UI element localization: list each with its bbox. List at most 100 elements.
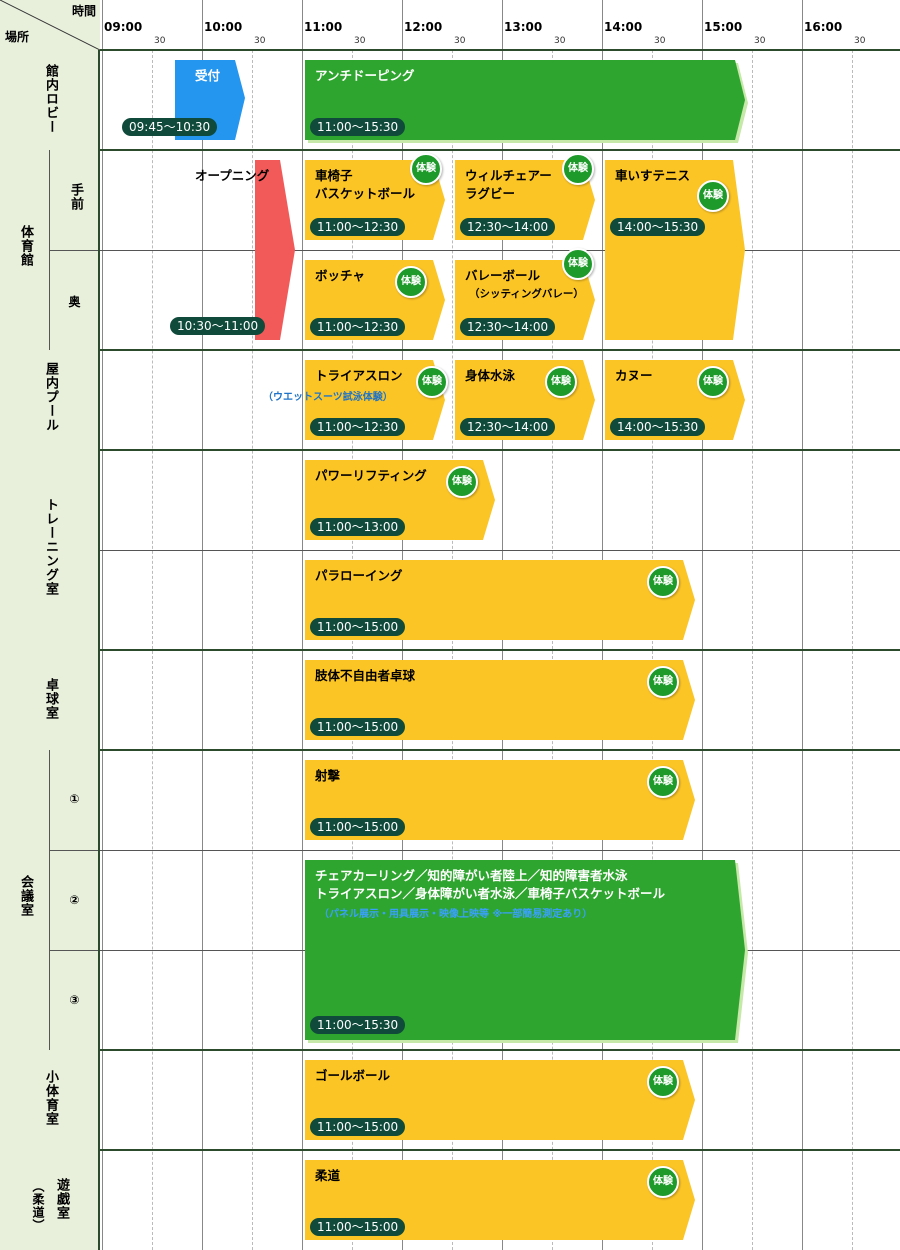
- sub-row-separator: [100, 550, 900, 551]
- event-judo-time: 11:00〜15:00: [310, 1218, 406, 1236]
- sub-row-separator: [49, 850, 900, 851]
- half-hour-label: 30: [354, 36, 366, 46]
- event-table-tennis-title: 肢体不自由者卓球: [315, 668, 416, 683]
- row-separator: [0, 49, 900, 51]
- event-goalball-time: 11:00〜15:00: [310, 1118, 406, 1136]
- trial-badge-icon: 体験: [647, 766, 679, 798]
- trial-badge-icon: 体験: [446, 466, 478, 498]
- event-wheelchair-basketball[interactable]: 車椅子 バスケットボール 11:00〜12:30 体験: [305, 153, 450, 242]
- event-judo-title: 柔道: [315, 1168, 341, 1183]
- location-gym: 体育館 手前 奥: [0, 150, 100, 350]
- hour-gridline: [302, 0, 303, 1250]
- event-wheelchair-basketball-title2: バスケットボール: [315, 186, 416, 201]
- event-canoe-time: 14:00〜15:30: [610, 418, 706, 436]
- location-pool: 屋内プール: [0, 350, 100, 450]
- location-meeting-1-label: ①: [69, 792, 80, 806]
- trial-badge-icon: 体験: [697, 366, 729, 398]
- trial-badge-icon: 体験: [416, 366, 448, 398]
- event-opening-time: 10:30〜11:00: [170, 317, 266, 335]
- event-goalball[interactable]: ゴールボール 11:00〜15:00 体験: [305, 1060, 700, 1142]
- hour-label: 15:00: [704, 20, 743, 34]
- event-shooting-time: 11:00〜15:00: [310, 818, 406, 836]
- event-canoe-title: カヌー: [615, 368, 653, 383]
- location-lobby-label: 館内ロビー: [43, 64, 58, 134]
- event-triathlon-title: トライアスロン: [315, 368, 403, 383]
- hour-label: 13:00: [504, 20, 543, 34]
- row-separator: [0, 1149, 900, 1151]
- location-meeting-3-label: ③: [69, 993, 80, 1007]
- trial-badge-icon: 体験: [647, 666, 679, 698]
- event-volleyball-subtitle: （シッティングバレー）: [469, 288, 584, 300]
- event-wheelchair-basketball-title1: 車椅子: [315, 168, 353, 183]
- location-playroom: 遊戯室 （柔道）: [0, 1150, 100, 1250]
- event-antidoping-title: アンチドーピング: [315, 68, 415, 83]
- location-gym-front-label: 手前: [68, 183, 83, 211]
- trial-badge-icon: 体験: [647, 1066, 679, 1098]
- event-reception-title: 受付: [195, 68, 221, 83]
- event-goalball-title: ゴールボール: [315, 1068, 391, 1083]
- event-shooting[interactable]: 射撃 11:00〜15:00 体験: [305, 760, 700, 842]
- event-wheelchair-tennis-title: 車いすテニス: [615, 168, 691, 183]
- event-swimming-title: 身体水泳: [465, 368, 516, 383]
- half-hour-label: 30: [854, 36, 866, 46]
- event-volleyball-title: バレーボール: [465, 268, 541, 283]
- half-hour-label: 30: [154, 36, 166, 46]
- location-small-gym-label: 小体育室: [43, 1070, 58, 1126]
- hour-gridline: [102, 0, 103, 1250]
- event-wheelchair-tennis-time: 14:00〜15:30: [610, 218, 706, 236]
- place-label: 場所: [5, 30, 30, 44]
- event-table-tennis[interactable]: 肢体不自由者卓球 11:00〜15:00 体験: [305, 660, 700, 742]
- trial-badge-icon: 体験: [545, 366, 577, 398]
- row-separator: [0, 749, 900, 751]
- location-tabletennis: 卓球室: [0, 650, 100, 750]
- event-opening-title: オープニング: [195, 168, 270, 183]
- half-hour-label: 30: [254, 36, 266, 46]
- half-hour-label: 30: [754, 36, 766, 46]
- event-swimming-time: 12:30〜14:00: [460, 418, 556, 436]
- event-shooting-title: 射撃: [315, 768, 341, 783]
- event-swimming[interactable]: 身体水泳 12:30〜14:00 体験: [455, 360, 600, 442]
- event-wheelchair-rugby[interactable]: ウィルチェアー ラグビー 12:30〜14:00 体験: [455, 153, 600, 242]
- event-pararowing-time: 11:00〜15:00: [310, 618, 406, 636]
- schedule-grid: 時間 場所 09:00 30 10:00 30 11:00 30 12:00 30 13:00 3…: [0, 0, 900, 1250]
- event-volleyball[interactable]: バレーボール （シッティングバレー） 12:30〜14:00 体験: [455, 248, 600, 342]
- event-powerlifting-time: 11:00〜13:00: [310, 518, 406, 536]
- event-reception-time: 09:45〜10:30: [122, 118, 218, 136]
- hour-label: 11:00: [304, 20, 343, 34]
- trial-badge-icon: 体験: [697, 180, 729, 212]
- event-wheelchair-rugby-title1: ウィルチェアー: [465, 168, 552, 183]
- event-powerlifting[interactable]: パワーリフティング 11:00〜13:00 体験: [305, 460, 500, 542]
- location-gym-back: 奥: [49, 250, 98, 350]
- event-exhibit-note: （パネル展示・用具展示・映像上映等 ※一部簡易測定あり）: [319, 909, 593, 920]
- event-boccia[interactable]: ボッチャ 11:00〜12:30 体験: [305, 260, 450, 342]
- hour-label: 16:00: [804, 20, 843, 34]
- location-gym-label: 体育館: [18, 225, 33, 267]
- event-wheelchair-tennis[interactable]: 車いすテニス 14:00〜15:30 体験: [605, 160, 750, 342]
- event-exhibit[interactable]: チェアカーリング／知的障がい者陸上／知的障害者水泳 トライアスロン／身体障がい者…: [305, 860, 750, 1043]
- event-boccia-title: ボッチャ: [315, 268, 365, 283]
- location-playroom-label: 遊戯室: [54, 1178, 69, 1220]
- trial-badge-icon: 体験: [410, 153, 442, 185]
- location-tabletennis-label: 卓球室: [43, 678, 58, 720]
- half-hour-label: 30: [454, 36, 466, 46]
- event-exhibit-line1: チェアカーリング／知的障がい者陸上／知的障害者水泳: [315, 868, 628, 883]
- row-separator: [0, 449, 900, 451]
- event-table-tennis-time: 11:00〜15:00: [310, 718, 406, 736]
- event-triathlon-time: 11:00〜12:30: [310, 418, 406, 436]
- event-judo[interactable]: 柔道 11:00〜15:00 体験: [305, 1160, 700, 1242]
- event-antidoping-time: 11:00〜15:30: [310, 118, 406, 136]
- event-pararowing[interactable]: パラローイング 11:00〜15:00 体験: [305, 560, 700, 642]
- event-canoe[interactable]: カヌー 14:00〜15:30 体験: [605, 360, 750, 442]
- event-opening[interactable]: [255, 160, 297, 342]
- sub-row-separator: [49, 250, 900, 251]
- event-triathlon-note: （ウエットスーツ試泳体験）: [263, 392, 393, 403]
- event-wheelchair-rugby-title2: ラグビー: [465, 186, 516, 201]
- event-antidoping[interactable]: アンチドーピング 11:00〜15:30: [305, 60, 750, 143]
- header-corner: 時間 場所: [0, 0, 100, 50]
- hour-label: 09:00: [104, 20, 143, 34]
- hour-label: 12:00: [404, 20, 443, 34]
- time-label: 時間: [71, 4, 96, 18]
- location-lobby: 館内ロビー: [0, 50, 100, 150]
- event-wheelchair-basketball-time: 11:00〜12:30: [310, 218, 406, 236]
- location-small-gym: 小体育室: [0, 1050, 100, 1150]
